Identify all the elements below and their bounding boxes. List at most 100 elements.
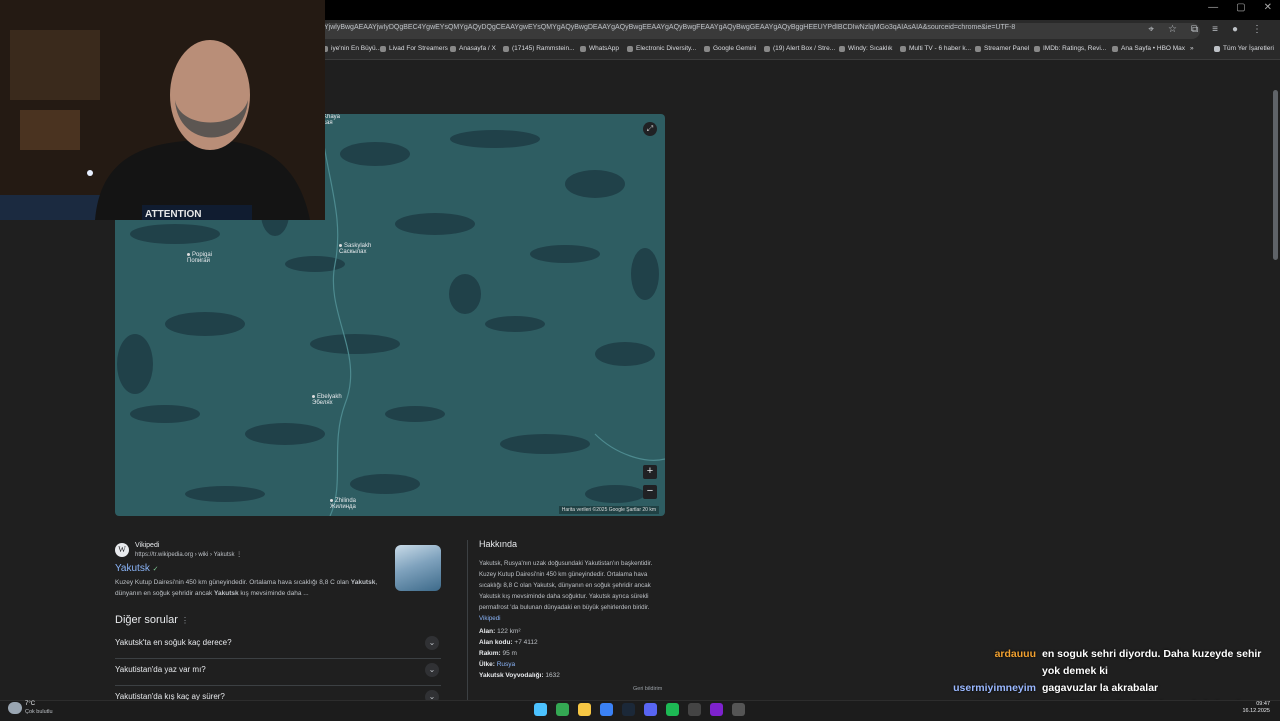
bookmark-favicon-icon [1112,45,1118,52]
fact-label: Rakım: [479,650,501,657]
all-bookmarks[interactable]: Tüm Yer İşaretleri [1214,45,1274,52]
fact-row: Yakutsk Voyvodalığı: 1632 [479,672,560,679]
url-text[interactable]: YjwlyBwgAEAAYjwIyDQgBEC4YgwEYsQMYgAQyDQg… [324,24,1015,31]
chevron-down-icon[interactable]: ⌄ [425,636,439,650]
page-scrollbar[interactable] [1273,90,1278,260]
mail-icon[interactable] [600,703,613,716]
menu-icon[interactable]: ⋮ [1252,24,1262,35]
more-options-icon[interactable]: ⋮ [236,552,242,558]
bookmark-item[interactable]: Anasayfa / X [450,45,496,52]
fact-row: Alan kodu: +7 4112 [479,639,538,646]
bookmark-favicon-icon [580,45,586,52]
map-place-label: Saskylakh Саскылах [339,243,372,255]
extensions-icon[interactable]: ⧉ [1191,24,1198,35]
result-title-link[interactable]: Yakutsk ✓ [115,563,159,574]
weather-description[interactable]: Çok bulutlu [25,709,53,715]
bookmark-item[interactable]: Windy: Sıcaklık [839,45,892,52]
bookmark-item[interactable]: (17145) Rammstein... [503,45,575,52]
map-attribution[interactable]: Harita verileri ©2025 Google Şartlar 20 … [558,506,659,514]
fact-row: Alan: 122 km² [479,628,521,635]
bookmark-item[interactable]: Livad For Streamers [380,45,448,52]
zoom-in-button[interactable]: + [643,465,657,479]
chrome-icon[interactable] [556,703,569,716]
about-description: Yakutsk, Rusya'nın uzak doğusundaki Yaku… [479,560,653,622]
epic-games-icon[interactable] [688,703,701,716]
shirt-text: ATTENTION [145,209,201,220]
bookmark-item[interactable]: Streamer Panel [975,45,1029,52]
toolbar-icons: ⌖ ☆ ⧉ ≡ ● ⋮ [1148,24,1262,35]
bookmarks-more[interactable]: » [1190,45,1194,52]
bookmark-item[interactable]: (19) Alert Box / Stre... [764,45,835,52]
expand-map-icon[interactable]: ⤢ [643,122,657,136]
spotify-icon[interactable] [666,703,679,716]
map-place-label: Khaya сая [323,114,341,126]
media-icon[interactable]: ≡ [1212,24,1218,35]
more-options-icon[interactable]: ⋮ [181,616,189,625]
fact-value: 95 m [502,650,517,657]
next-icon[interactable] [710,703,723,716]
chevron-down-icon[interactable]: ⌄ [425,663,439,677]
wikipedia-icon: W [115,543,129,557]
fact-label: Ülke: [479,661,495,668]
fact-value: 122 km² [497,628,521,635]
chat-message: yok demek ki [916,665,1108,677]
discord-icon[interactable] [644,703,657,716]
chat-text: gagavuzlar la akrabalar [1042,682,1159,694]
map-place-label: Zhilinda Жилинда [330,498,357,510]
weather-temperature[interactable]: 7°C [25,701,35,707]
location-icon[interactable]: ⌖ [1148,24,1154,35]
chat-username [916,665,1036,677]
result-url[interactable]: https://tr.wikipedia.org › wiki › Yakuts… [135,551,242,558]
fact-label: Alan kodu: [479,639,513,646]
related-questions-title: Diğer sorular ⋮ [115,614,190,626]
maximize-icon[interactable]: ▢ [1236,2,1245,13]
fact-label: Yakutsk Voyvodalığı: [479,672,544,679]
system-clock[interactable]: 09:47 16.12.2025 [1242,701,1270,715]
result-source[interactable]: Vikipedi [135,542,159,549]
obs-icon[interactable] [732,703,745,716]
bookmark-favicon-icon [627,45,633,52]
chat-username: ardauuu [994,648,1036,660]
streamer-camera-image: ATTENTION [0,0,325,220]
question-item[interactable]: Yakutistan'da kış kaç ay sürer? ⌄ [115,686,441,700]
bookmark-favicon-icon [839,45,845,52]
zoom-out-button[interactable]: − [643,485,657,499]
chat-text: yok demek ki [1042,665,1108,677]
chevron-down-icon[interactable]: ⌄ [425,690,439,700]
column-divider [467,540,468,700]
fact-value: +7 4112 [514,639,538,646]
bookmark-favicon-icon [975,45,981,52]
map-place-label: Popigai Попигай [187,252,213,264]
steam-icon[interactable] [622,703,635,716]
close-icon[interactable]: ✕ [1264,2,1272,13]
fact-row: Rakım: 95 m [479,650,517,657]
map-place-label: Ebelyakh Эбелях [312,394,342,406]
about-source-link[interactable]: Vikipedi [479,615,501,622]
result-thumbnail[interactable] [395,545,441,591]
feedback-link[interactable]: Geri bildirim [633,686,662,692]
profile-icon[interactable]: ● [1232,24,1238,35]
verified-icon: ✓ [152,566,159,573]
bookmark-item[interactable]: Ana Sayfa • HBO Max [1112,45,1185,52]
minimize-icon[interactable]: — [1208,2,1218,13]
bookmark-item[interactable]: iye'nin En Büyü... [322,45,381,52]
bookmark-item[interactable]: Multi TV - 6 haber k... [900,45,971,52]
question-item[interactable]: Yakutsk'ta en soğuk kaç derece? ⌄ [115,632,441,659]
fact-label: Alan: [479,628,496,635]
chat-username: usermiyimneyim [953,682,1036,694]
bookmark-item[interactable]: IMDb: Ratings, Revi... [1034,45,1106,52]
bookmark-item[interactable]: Electronic Diversity... [627,45,696,52]
windows-start-icon[interactable] [534,703,547,716]
taskbar [0,700,1280,721]
bookmark-item[interactable]: Google Gemini [704,45,756,52]
about-heading: Hakkında [479,539,518,549]
bookmark-item[interactable]: WhatsApp [580,45,619,52]
folder-icon [1214,45,1220,52]
question-item[interactable]: Yakutistan'da yaz var mı? ⌄ [115,659,441,686]
bookmark-favicon-icon [900,45,906,52]
result-snippet: Kuzey Kutup Dairesi'nin 450 km güneyinde… [115,579,378,597]
cloud-icon[interactable] [8,702,22,714]
star-icon[interactable]: ☆ [1168,24,1177,35]
fact-value[interactable]: Rusya [497,661,515,668]
file-explorer-icon[interactable] [578,703,591,716]
